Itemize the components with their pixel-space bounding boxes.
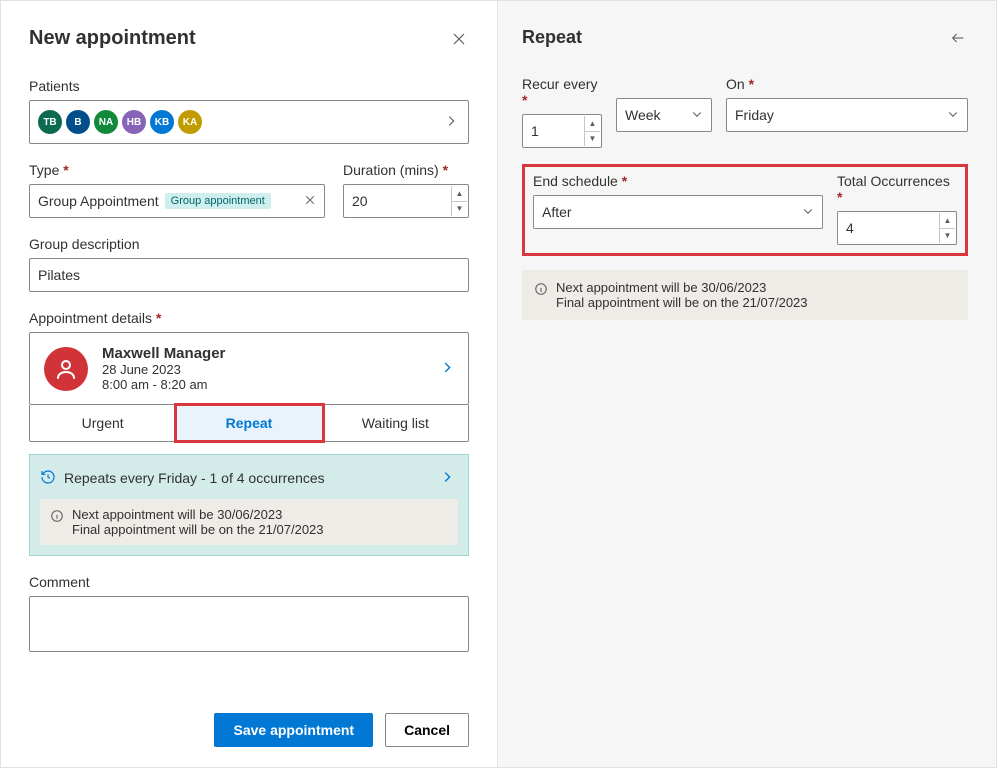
tab-repeat[interactable]: Repeat [176, 405, 322, 441]
chevron-down-icon [947, 107, 959, 123]
patient-avatar: B [66, 110, 90, 134]
patient-avatar: KA [178, 110, 202, 134]
final-appointment-text: Final appointment will be on the 21/07/2… [556, 295, 808, 310]
repeat-panel-title: Repeat [522, 27, 582, 48]
group-description-input[interactable]: Pilates [29, 258, 469, 292]
repeat-info-box: Next appointment will be 30/06/2023 Fina… [40, 499, 458, 545]
page-title: New appointment [29, 27, 196, 50]
type-chip: Group appointment [165, 193, 271, 209]
spin-up-icon[interactable]: ▲ [940, 213, 955, 229]
type-input[interactable]: Group Appointment Group appointment [29, 184, 325, 218]
on-day-select[interactable]: Friday [726, 98, 968, 132]
patient-avatars: TBBNAHBKBKA [38, 110, 202, 134]
on-day-value: Friday [735, 107, 774, 123]
total-occurrences-label: Total Occurrences [837, 173, 957, 205]
appointment-time: 8:00 am - 8:20 am [102, 377, 225, 392]
spin-up-icon[interactable]: ▲ [452, 186, 467, 202]
type-value: Group Appointment [38, 193, 159, 209]
person-icon [44, 347, 88, 391]
appointment-card[interactable]: Maxwell Manager 28 June 2023 8:00 am - 8… [29, 332, 469, 405]
on-label: On [726, 76, 968, 92]
next-appointment-text: Next appointment will be 30/06/2023 [556, 280, 808, 295]
final-appointment-text: Final appointment will be on the 21/07/2… [72, 522, 324, 537]
chevron-down-icon [802, 204, 814, 220]
duration-label: Duration (mins) [343, 162, 469, 178]
spin-down-icon[interactable]: ▼ [940, 229, 955, 244]
history-icon [40, 469, 56, 488]
group-description-label: Group description [29, 236, 469, 252]
end-schedule-label: End schedule [533, 173, 823, 189]
tab-urgent[interactable]: Urgent [30, 405, 176, 441]
chevron-right-icon [440, 470, 454, 487]
total-occurrences-input[interactable]: 4 ▲ ▼ [837, 211, 957, 245]
patient-avatar: TB [38, 110, 62, 134]
end-schedule-select[interactable]: After [533, 195, 823, 229]
recur-every-input[interactable]: 1 ▲ ▼ [522, 114, 602, 148]
appointment-details-label: Appointment details [29, 310, 469, 326]
recur-unit-label [616, 76, 712, 92]
patient-avatar: HB [122, 110, 146, 134]
total-occurrences-value: 4 [846, 220, 854, 236]
patient-avatar: NA [94, 110, 118, 134]
tab-waiting-list[interactable]: Waiting list [323, 405, 468, 441]
recur-unit-select[interactable]: Week [616, 98, 712, 132]
spin-down-icon[interactable]: ▼ [452, 202, 467, 217]
cancel-button[interactable]: Cancel [385, 713, 469, 747]
chevron-right-icon [444, 114, 458, 131]
end-schedule-highlight: End schedule After Total Occurrences 4 ▲… [522, 164, 968, 256]
patients-label: Patients [29, 78, 469, 94]
patient-avatar: KB [150, 110, 174, 134]
group-description-value: Pilates [38, 267, 80, 283]
appointment-date: 28 June 2023 [102, 362, 225, 377]
duration-input[interactable]: 20 ▲ ▼ [343, 184, 469, 218]
chevron-down-icon [691, 107, 703, 123]
comment-input[interactable] [29, 596, 469, 652]
repeat-summary-text: Repeats every Friday - 1 of 4 occurrence… [64, 470, 325, 486]
recur-every-label: Recur every [522, 76, 602, 108]
save-button[interactable]: Save appointment [214, 713, 373, 747]
repeat-summary: Repeats every Friday - 1 of 4 occurrence… [29, 454, 469, 556]
clear-icon[interactable] [304, 193, 316, 209]
comment-label: Comment [29, 574, 469, 590]
chevron-right-icon [440, 360, 454, 377]
info-icon [534, 282, 548, 310]
spin-up-icon[interactable]: ▲ [585, 116, 600, 132]
recur-every-value: 1 [531, 123, 539, 139]
repeat-summary-row[interactable]: Repeats every Friday - 1 of 4 occurrence… [40, 465, 458, 491]
next-appointment-text: Next appointment will be 30/06/2023 [72, 507, 324, 522]
practitioner-name: Maxwell Manager [102, 345, 225, 362]
info-icon [50, 509, 64, 537]
close-icon[interactable] [449, 29, 469, 49]
back-icon[interactable] [948, 28, 968, 48]
repeat-panel-info: Next appointment will be 30/06/2023 Fina… [522, 270, 968, 320]
patients-selector[interactable]: TBBNAHBKBKA [29, 100, 469, 144]
end-schedule-value: After [542, 204, 572, 220]
type-label: Type [29, 162, 325, 178]
spin-down-icon[interactable]: ▼ [585, 132, 600, 147]
recur-unit-value: Week [625, 107, 661, 123]
duration-value: 20 [352, 193, 368, 209]
